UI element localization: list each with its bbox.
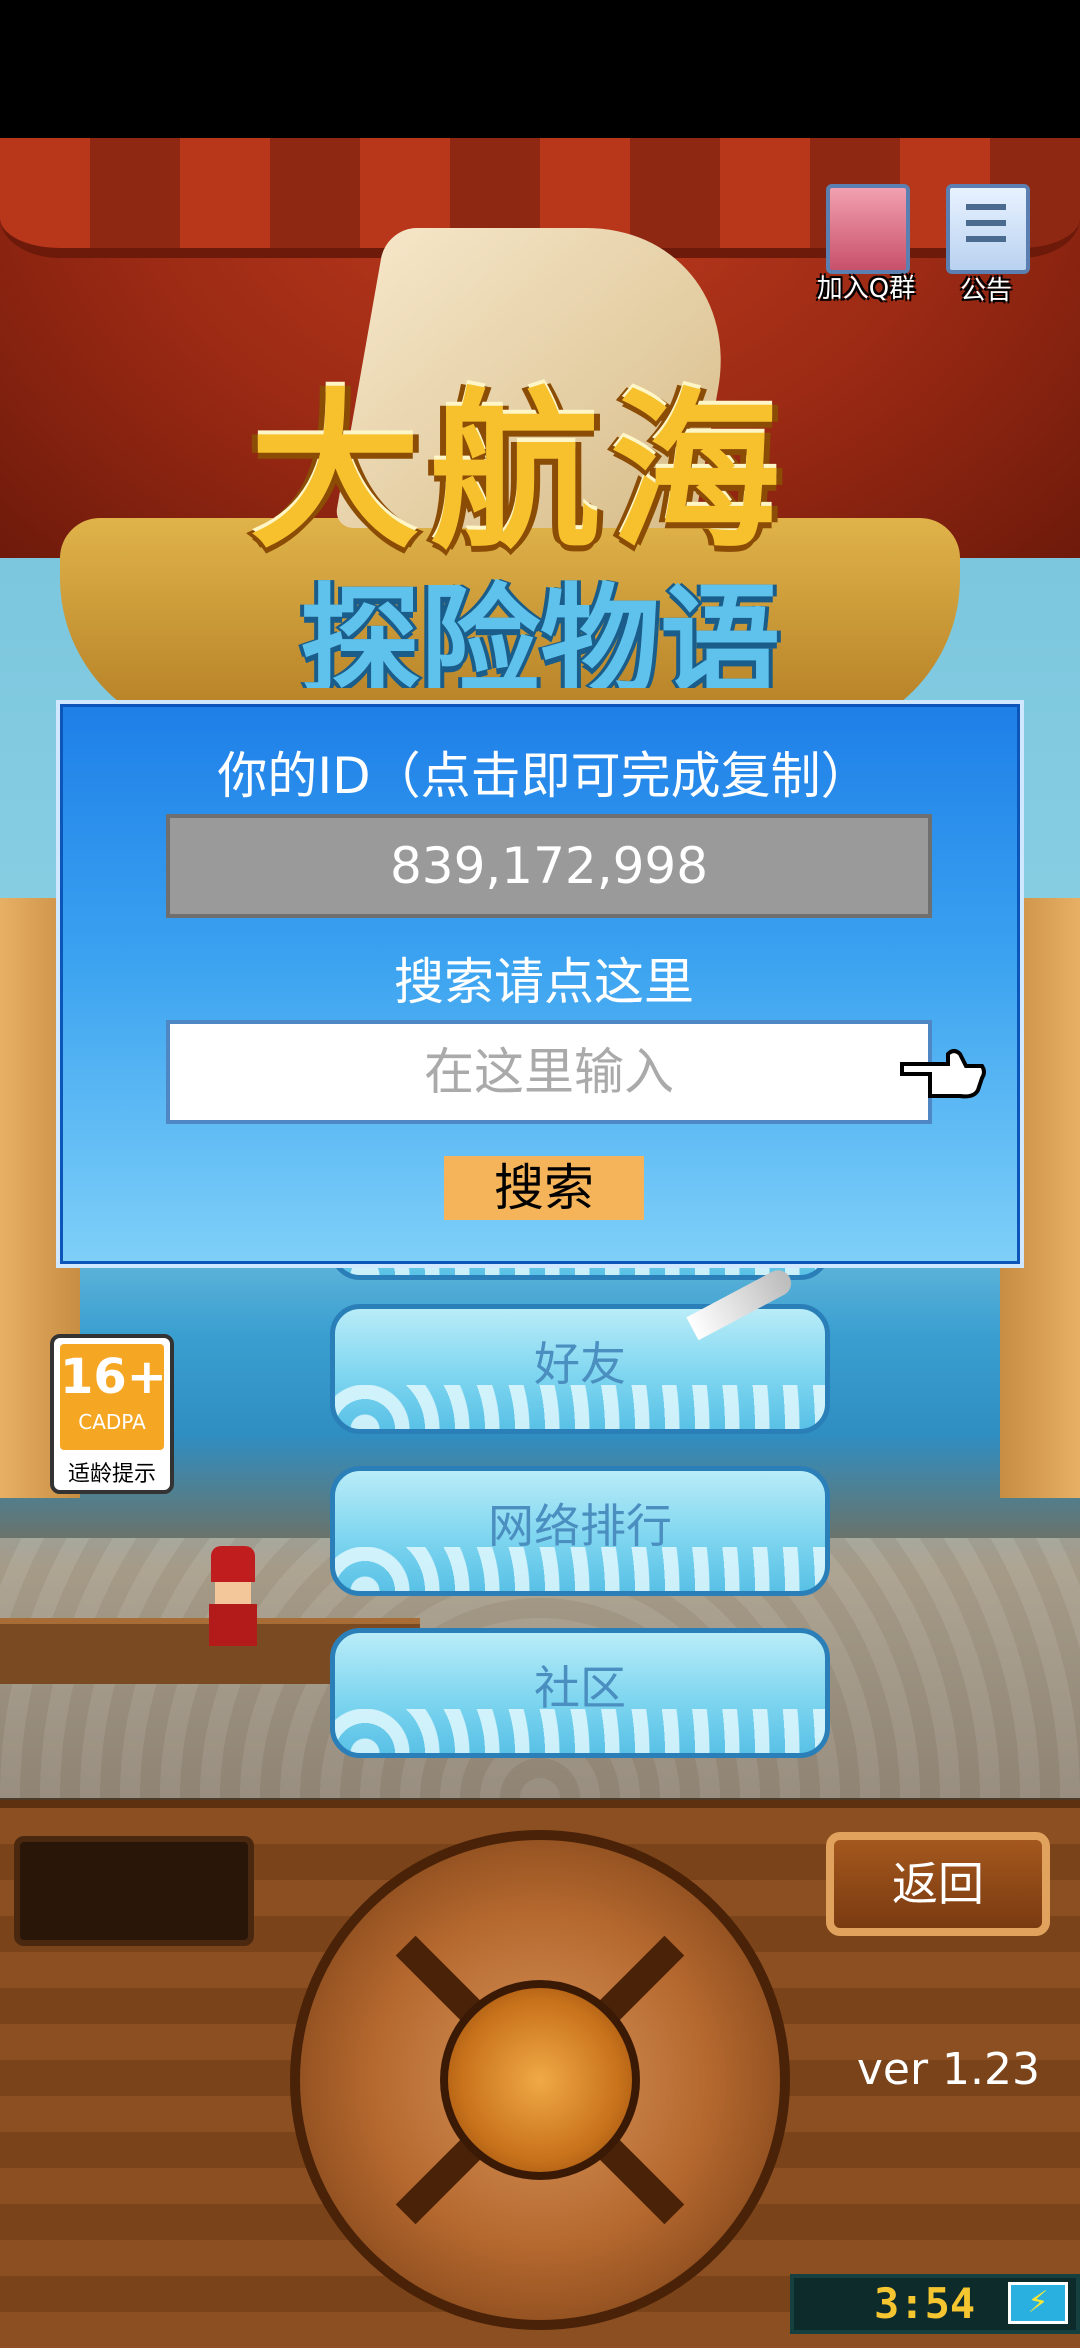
dpad-center-button[interactable] <box>440 1980 640 2180</box>
search-input[interactable]: 在这里输入 <box>166 1020 932 1124</box>
search-label: 搜索请点这里 <box>394 953 694 1011</box>
guard-character <box>205 1546 261 1646</box>
version-text: ver 1.23 <box>856 2044 1040 2095</box>
your-id-label: 你的ID（点击即可完成复制） <box>217 747 871 805</box>
age-rating-panel: 16+ CADPA <box>60 1344 168 1450</box>
announcement-label: 公告 <box>959 276 1012 306</box>
console-screen-slot <box>14 1836 254 1946</box>
player-id-copy-box[interactable]: 839,172,998 <box>166 814 932 918</box>
game-logo-title: 大航海 <box>249 374 790 572</box>
age-rating-badge: 16+ CADPA 适龄提示 <box>50 1334 174 1494</box>
id-search-dialog: 你的ID（点击即可完成复制） 839,172,998 搜索请点这里 在这里输入 … <box>56 700 1024 1268</box>
qq-group-icon[interactable] <box>826 184 910 274</box>
back-button[interactable]: 返回 <box>826 1832 1050 1936</box>
age-rating-org: CADPA <box>78 1410 146 1434</box>
friends-button[interactable]: 好友 <box>330 1304 830 1434</box>
friends-label: 好友 <box>534 1337 626 1391</box>
wooden-console: 返回 ver 1.23 3:54 ⚡ <box>0 1800 1080 2348</box>
game-logo-subtitle: 探险物语 <box>300 573 780 688</box>
ranking-label: 网络排行 <box>488 1499 672 1553</box>
ranking-button[interactable]: 网络排行 <box>330 1466 830 1596</box>
community-label: 社区 <box>534 1661 626 1715</box>
announcement-icon[interactable] <box>946 184 1030 274</box>
search-button[interactable]: 搜索 <box>444 1156 644 1220</box>
age-rating-note: 适龄提示 <box>67 1462 156 1487</box>
dpad-control[interactable] <box>290 1830 790 2330</box>
qq-group-label: 加入Q群 <box>816 274 916 304</box>
community-button[interactable]: 社区 <box>330 1628 830 1758</box>
battery-icon: ⚡ <box>1008 2282 1068 2324</box>
age-rating-value: 16+ <box>60 1349 168 1405</box>
pointing-hand-icon <box>900 1049 986 1099</box>
